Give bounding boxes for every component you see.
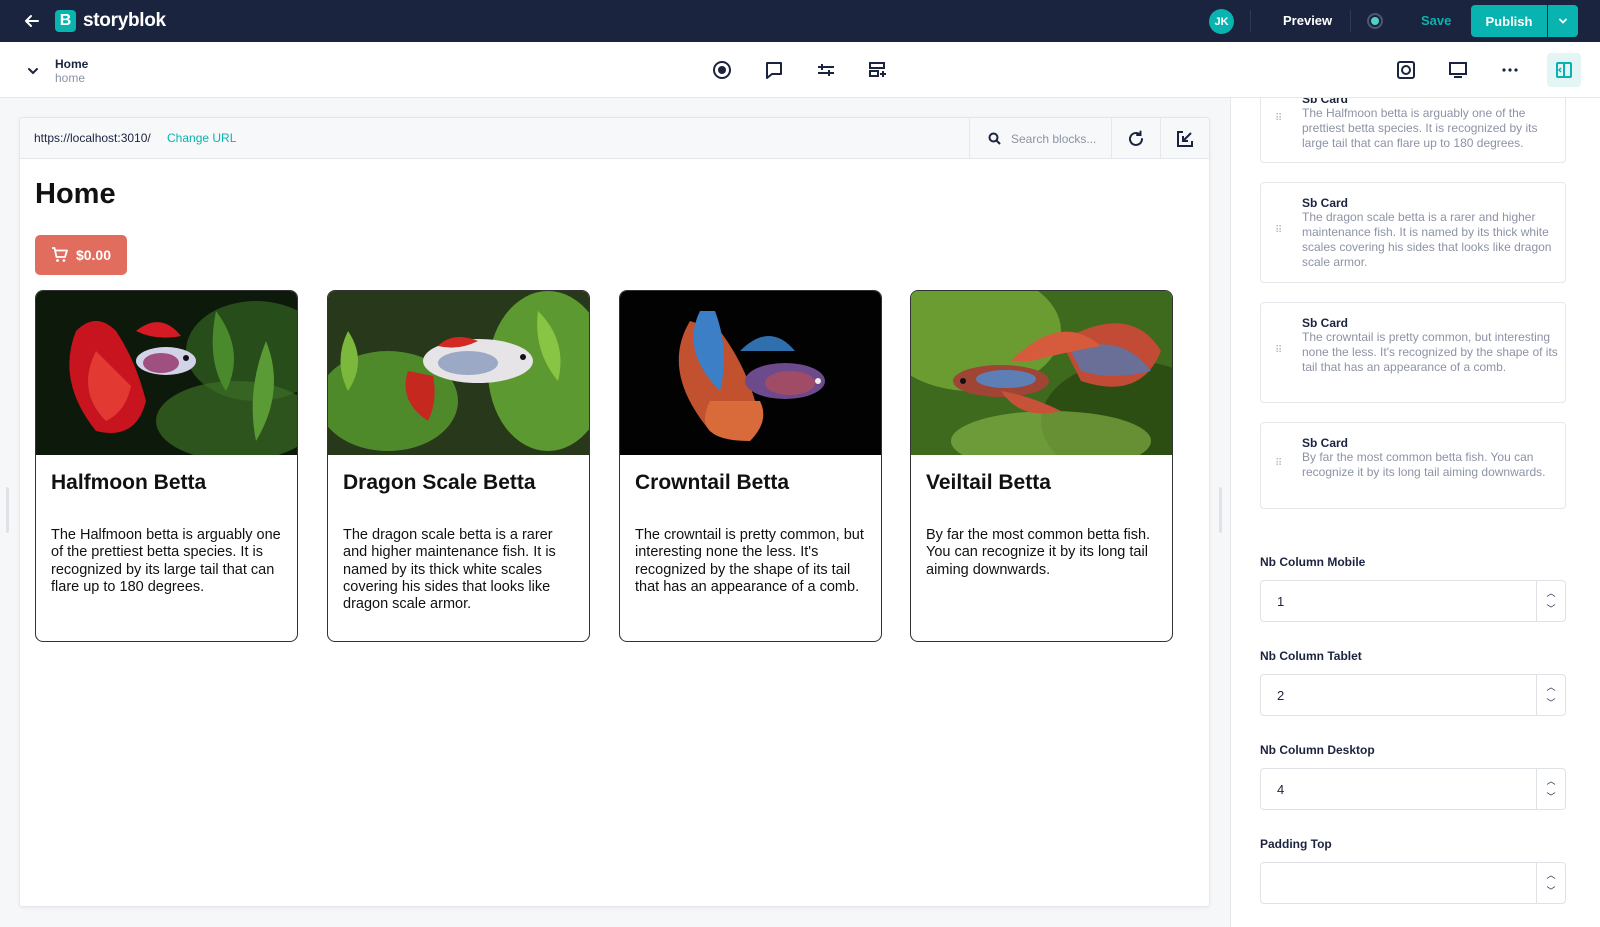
- number-stepper[interactable]: ︿ ﹀: [1536, 863, 1565, 903]
- block-description: By far the most common betta fish. You c…: [1302, 450, 1546, 479]
- card-description: The Halfmoon betta is arguably one of th…: [51, 527, 281, 595]
- betta-card[interactable]: Halfmoon Betta The Halfmoon betta is arg…: [35, 290, 298, 642]
- crowntail-betta-photo: [620, 291, 881, 455]
- preview-url: https://localhost:3010/: [34, 131, 151, 145]
- block-item[interactable]: ⠿ Sb Card By far the most common betta f…: [1260, 422, 1566, 509]
- number-stepper[interactable]: ︿ ﹀: [1536, 675, 1565, 715]
- block-description: The crowntail is pretty common, but inte…: [1302, 330, 1558, 374]
- story-title: Home: [55, 57, 89, 71]
- add-block-icon[interactable]: [867, 59, 889, 81]
- page-heading: Home: [35, 178, 116, 210]
- publish-button[interactable]: Publish: [1471, 5, 1547, 37]
- publish-dropdown-chevron-icon[interactable]: [1548, 5, 1578, 37]
- chevron-down-icon[interactable]: ﹀: [1546, 789, 1555, 805]
- search-icon: [988, 132, 1001, 145]
- block-name: Sb Card: [1302, 436, 1349, 450]
- card-description: The dragon scale betta is a rarer and hi…: [343, 527, 556, 613]
- logo-text: storyblok: [83, 10, 166, 31]
- card-description: The crowntail is pretty common, but inte…: [635, 527, 864, 595]
- nb-column-mobile-input[interactable]: 1 ︿ ﹀: [1260, 580, 1566, 622]
- dragon-scale-betta-photo: [328, 291, 589, 455]
- betta-card[interactable]: Dragon Scale Betta The dragon scale bett…: [327, 290, 590, 642]
- refresh-icon[interactable]: [1111, 118, 1160, 159]
- field-value: 4: [1277, 782, 1285, 797]
- chevron-up-icon[interactable]: ︿: [1546, 867, 1555, 883]
- chevron-down-icon[interactable]: [26, 64, 40, 78]
- block-item[interactable]: ⠿ Sb Card The crowntail is pretty common…: [1260, 302, 1566, 403]
- save-button[interactable]: Save: [1421, 13, 1451, 28]
- top-bar: B storyblok JK Preview Save Publish: [0, 0, 1600, 42]
- screenshot-icon[interactable]: [1395, 59, 1417, 81]
- story-slug: home: [55, 71, 86, 85]
- block-name: Sb Card: [1302, 98, 1349, 106]
- change-url-link[interactable]: Change URL: [167, 131, 236, 145]
- back-arrow-icon[interactable]: [22, 11, 42, 31]
- search-placeholder: Search blocks...: [1011, 131, 1097, 146]
- comment-icon[interactable]: [763, 59, 785, 81]
- logo-mark: B: [55, 10, 76, 32]
- more-options-icon[interactable]: [1499, 59, 1521, 81]
- preview-frame: https://localhost:3010/ Change URL Searc…: [19, 117, 1210, 907]
- target-icon[interactable]: [711, 59, 733, 81]
- field-label: Padding Top: [1260, 837, 1332, 851]
- editor-toolbar: Home home: [0, 42, 1600, 98]
- drag-handle-icon[interactable]: ⠿: [1275, 459, 1283, 473]
- chevron-up-icon[interactable]: ︿: [1546, 773, 1555, 789]
- block-item[interactable]: ⠿ Sb Card The dragon scale betta is a ra…: [1260, 182, 1566, 283]
- card-title: Dragon Scale Betta: [343, 471, 536, 494]
- block-description: The Halfmoon betta is arguably one of th…: [1302, 106, 1538, 150]
- drag-handle-icon[interactable]: ⠿: [1275, 346, 1283, 360]
- resize-handle[interactable]: [1219, 487, 1222, 533]
- search-blocks-input[interactable]: Search blocks...: [969, 118, 1111, 159]
- drag-handle-icon[interactable]: ⠿: [1275, 226, 1283, 240]
- select-element-icon[interactable]: [1160, 118, 1209, 159]
- chevron-up-icon[interactable]: ︿: [1546, 585, 1555, 601]
- field-label: Nb Column Desktop: [1260, 743, 1375, 757]
- settings-sliders-icon[interactable]: [815, 59, 837, 81]
- chevron-down-icon[interactable]: ﹀: [1546, 883, 1555, 899]
- chevron-up-icon[interactable]: ︿: [1546, 679, 1555, 695]
- cart-button[interactable]: $0.00: [35, 235, 127, 275]
- nb-column-desktop-input[interactable]: 4 ︿ ﹀: [1260, 768, 1566, 810]
- resize-handle[interactable]: [6, 487, 9, 533]
- chevron-down-icon[interactable]: ﹀: [1546, 601, 1555, 617]
- status-indicator-icon[interactable]: [1367, 13, 1383, 29]
- number-stepper[interactable]: ︿ ﹀: [1536, 581, 1565, 621]
- padding-top-input[interactable]: ︿ ﹀: [1260, 862, 1566, 904]
- veiltail-betta-photo: [911, 291, 1172, 455]
- field-label: Nb Column Mobile: [1260, 555, 1366, 569]
- cart-icon: [51, 247, 68, 262]
- field-value: 1: [1277, 594, 1285, 609]
- desktop-view-icon[interactable]: [1447, 59, 1469, 81]
- block-name: Sb Card: [1302, 196, 1349, 210]
- betta-card[interactable]: Crowntail Betta The crowntail is pretty …: [619, 290, 882, 642]
- drag-handle-icon[interactable]: ⠿: [1275, 114, 1283, 128]
- divider: [1250, 10, 1251, 32]
- block-editor-panel: ⠿ Sb Card The Halfmoon betta is arguably…: [1230, 98, 1600, 927]
- side-panel-toggle-icon[interactable]: [1547, 53, 1581, 87]
- storyblok-logo[interactable]: B storyblok: [55, 10, 166, 32]
- preview-button[interactable]: Preview: [1283, 13, 1332, 28]
- card-title: Veiltail Betta: [926, 471, 1051, 494]
- chevron-down-icon[interactable]: ﹀: [1546, 695, 1555, 711]
- halfmoon-betta-photo: [36, 291, 297, 455]
- cart-total: $0.00: [75, 247, 112, 263]
- field-label: Nb Column Tablet: [1260, 649, 1362, 663]
- nb-column-tablet-input[interactable]: 2 ︿ ﹀: [1260, 674, 1566, 716]
- block-item[interactable]: ⠿ Sb Card The Halfmoon betta is arguably…: [1260, 98, 1566, 163]
- card-title: Halfmoon Betta: [51, 471, 207, 494]
- number-stepper[interactable]: ︿ ﹀: [1536, 769, 1565, 809]
- user-avatar[interactable]: JK: [1209, 9, 1234, 34]
- divider: [1350, 10, 1351, 32]
- block-name: Sb Card: [1302, 316, 1349, 330]
- betta-card[interactable]: Veiltail Betta By far the most common be…: [910, 290, 1173, 642]
- block-description: The dragon scale betta is a rarer and hi…: [1302, 210, 1552, 269]
- field-value: 2: [1277, 688, 1285, 703]
- preview-url-bar: https://localhost:3010/ Change URL Searc…: [20, 118, 1209, 159]
- card-title: Crowntail Betta: [635, 471, 790, 494]
- card-description: By far the most common betta fish. You c…: [926, 527, 1151, 578]
